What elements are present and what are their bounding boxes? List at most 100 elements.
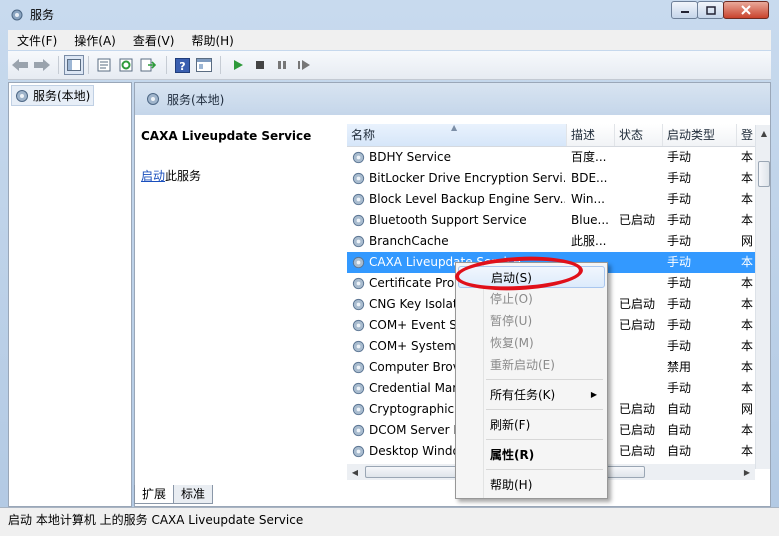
cell-status: 已启动 — [619, 444, 656, 458]
menu-item-restart[interactable]: 重新启动(E) — [458, 354, 605, 376]
toolbar-separator — [58, 56, 59, 74]
scroll-up-icon[interactable]: ▲ — [756, 125, 770, 141]
menu-item-properties[interactable]: 属性(R) — [458, 444, 605, 466]
cell-startup-type: 手动 — [667, 297, 692, 311]
column-header-startup-type[interactable]: 启动类型 — [663, 124, 737, 146]
menu-separator — [486, 379, 603, 380]
scroll-thumb[interactable] — [758, 161, 770, 187]
stop-icon[interactable] — [250, 55, 270, 75]
table-row[interactable]: Bluetooth Support Service Blue... 已启动 手动本 — [347, 210, 759, 231]
service-gear-icon — [352, 361, 365, 374]
service-gear-icon — [352, 298, 365, 311]
cell-name: BDHY Service — [369, 150, 451, 164]
export-list-icon[interactable] — [138, 55, 158, 75]
cell-description: 此服... — [571, 234, 607, 248]
back-icon[interactable] — [10, 55, 30, 75]
menu-separator — [486, 469, 603, 470]
status-text: 启动 本地计算机 上的服务 CAXA Liveupdate Service — [8, 513, 304, 527]
view-icon[interactable] — [194, 55, 214, 75]
menu-item-help[interactable]: 帮助(H) — [458, 474, 605, 496]
cell-status: 已启动 — [619, 402, 656, 416]
table-row[interactable]: BranchCache 此服... 手动网 — [347, 231, 759, 252]
start-icon[interactable] — [228, 55, 248, 75]
service-gear-icon — [352, 151, 365, 164]
window-title: 服务 — [30, 8, 55, 22]
show-console-tree-icon[interactable] — [64, 55, 84, 75]
services-gear-icon — [11, 9, 23, 21]
tab-standard[interactable]: 标准 — [173, 485, 214, 504]
service-gear-icon — [352, 340, 365, 353]
scroll-left-icon[interactable]: ◀ — [347, 464, 363, 480]
title-bar[interactable]: 服务 — [0, 0, 779, 28]
cell-description: Blue... — [571, 213, 609, 227]
resume-icon[interactable] — [294, 55, 314, 75]
service-action-text: 启动此服务 — [141, 167, 201, 184]
cell-startup-type: 手动 — [667, 339, 692, 353]
services-pane: 服务(本地) CAXA Liveupdate Service 启动此服务 ▲ 名… — [134, 82, 771, 507]
cell-startup-type: 手动 — [667, 318, 692, 332]
refresh-icon[interactable] — [116, 55, 136, 75]
menu-item-refresh[interactable]: 刷新(F) — [458, 414, 605, 436]
cell-startup-type: 手动 — [667, 234, 692, 248]
menu-item-resume[interactable]: 恢复(M) — [458, 332, 605, 354]
column-header-name[interactable]: ▲ 名称 — [347, 123, 567, 146]
forward-icon[interactable] — [32, 55, 52, 75]
service-gear-icon — [352, 382, 365, 395]
menu-file[interactable]: 文件(F) — [8, 32, 65, 49]
menu-bar: 文件(F) 操作(A) 查看(V) 帮助(H) — [8, 30, 771, 50]
service-gear-icon — [352, 403, 365, 416]
cell-name: Block Level Backup Engine Serv... — [369, 192, 565, 206]
service-gear-icon — [352, 424, 365, 437]
menu-item-pause[interactable]: 暂停(U) — [458, 310, 605, 332]
svg-text:?: ? — [179, 60, 185, 73]
selected-service-name: CAXA Liveupdate Service — [141, 129, 312, 143]
cell-startup-type: 手动 — [667, 171, 692, 185]
cell-description: Win... — [571, 192, 605, 206]
service-gear-icon — [352, 172, 365, 185]
cell-startup-type: 手动 — [667, 192, 692, 206]
scroll-right-icon[interactable]: ▶ — [739, 464, 755, 480]
menu-view[interactable]: 查看(V) — [124, 32, 183, 49]
cell-startup-type: 手动 — [667, 381, 692, 395]
table-row[interactable]: BDHY Service 百度... 手动本 — [347, 147, 759, 168]
close-button[interactable] — [723, 1, 769, 19]
service-gear-icon — [352, 193, 365, 206]
help-icon[interactable]: ? — [172, 55, 192, 75]
start-service-link[interactable]: 启动 — [141, 169, 165, 183]
cell-name: BitLocker Drive Encryption Servi... — [369, 171, 565, 185]
toolbar-separator — [166, 56, 167, 74]
maximize-button[interactable] — [697, 1, 724, 19]
menu-item-stop[interactable]: 停止(O) — [458, 288, 605, 310]
properties-icon[interactable] — [94, 55, 114, 75]
submenu-arrow-icon: ▶ — [590, 390, 597, 399]
console-tree: 服务(本地) — [8, 82, 132, 507]
vertical-scrollbar[interactable]: ▲ — [755, 125, 770, 469]
pause-icon[interactable] — [272, 55, 292, 75]
cell-status: 已启动 — [619, 297, 656, 311]
cell-startup-type: 自动 — [667, 423, 692, 437]
services-gear-icon — [16, 89, 28, 102]
cell-startup-type: 手动 — [667, 150, 692, 164]
tree-node-label: 服务(本地) — [33, 89, 91, 103]
cell-startup-type: 手动 — [667, 255, 692, 269]
table-row[interactable]: Block Level Backup Engine Serv... Win... 手… — [347, 189, 759, 210]
cell-status: 已启动 — [619, 213, 656, 227]
minimize-icon — [680, 11, 689, 13]
menu-item-all-tasks[interactable]: 所有任务(K) ▶ — [458, 384, 605, 406]
service-gear-icon — [352, 214, 365, 227]
tab-extended[interactable]: 扩展 — [134, 485, 175, 504]
column-header-description[interactable]: 描述 — [567, 124, 615, 146]
column-header-status[interactable]: 状态 — [615, 124, 663, 146]
table-row[interactable]: BitLocker Drive Encryption Servi... BDE..… — [347, 168, 759, 189]
view-tabs: 扩展 标准 — [134, 485, 214, 507]
service-gear-icon — [352, 235, 365, 248]
pane-header-title: 服务(本地) — [167, 92, 225, 107]
minimize-button[interactable] — [671, 1, 698, 19]
sort-ascending-icon: ▲ — [451, 123, 458, 132]
menu-action[interactable]: 操作(A) — [65, 32, 124, 49]
service-gear-icon — [352, 445, 365, 458]
menu-help[interactable]: 帮助(H) — [182, 32, 241, 49]
menu-separator — [486, 439, 603, 440]
tree-node-services-local[interactable]: 服务(本地) — [11, 85, 95, 106]
toolbar-separator — [88, 56, 89, 74]
